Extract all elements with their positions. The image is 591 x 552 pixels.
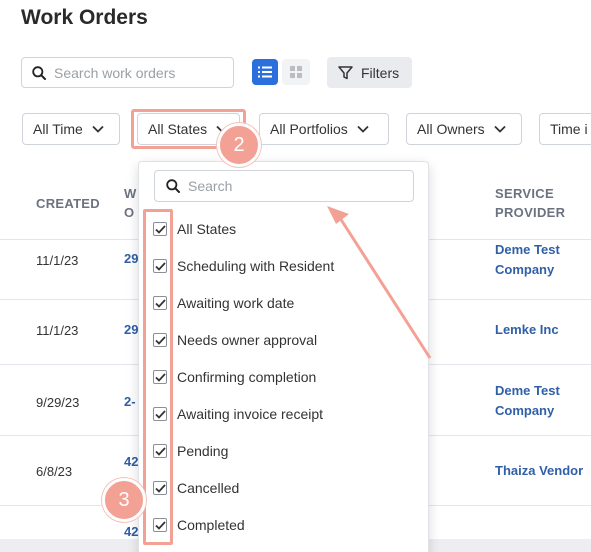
state-option-label: Awaiting work date bbox=[177, 295, 295, 311]
search-field[interactable] bbox=[21, 57, 234, 88]
chevron-down-icon bbox=[494, 125, 506, 133]
grid-view-icon bbox=[290, 66, 302, 78]
service-provider-link[interactable]: Lemke Inc bbox=[495, 320, 559, 340]
state-option-label: Scheduling with Resident bbox=[177, 258, 335, 274]
list-view-button[interactable] bbox=[252, 59, 278, 85]
work-order-link[interactable]: 2- bbox=[124, 394, 136, 409]
state-option-label: Confirming completion bbox=[177, 369, 317, 385]
chevron-down-icon bbox=[357, 125, 369, 133]
state-option-label: Awaiting invoice receipt bbox=[177, 406, 324, 422]
service-provider-link[interactable]: Deme Test Company bbox=[495, 240, 560, 280]
state-option-label: Pending bbox=[177, 443, 229, 459]
owners-filter-dropdown[interactable]: All Owners bbox=[406, 113, 522, 145]
dropdown-search-input[interactable] bbox=[188, 178, 388, 194]
work-order-link[interactable]: 42 bbox=[124, 524, 138, 539]
time-in-filter-dropdown[interactable]: Time i bbox=[539, 113, 591, 145]
time-filter-label: All Time bbox=[33, 121, 83, 137]
column-header-wo-line2[interactable]: O bbox=[124, 203, 134, 222]
service-provider-line1[interactable]: Thaiza Vendor bbox=[495, 461, 583, 481]
time-filter-dropdown[interactable]: All Time bbox=[22, 113, 120, 145]
service-provider-line2[interactable]: Company bbox=[495, 401, 560, 421]
service-provider-link[interactable]: Deme Test Company bbox=[495, 381, 560, 421]
list-view-icon bbox=[258, 66, 272, 78]
search-input[interactable] bbox=[54, 64, 214, 81]
column-header-provider-line1[interactable]: SERVICE bbox=[495, 184, 554, 203]
step-badge-3: 3 bbox=[102, 478, 146, 522]
portfolios-filter-label: All Portfolios bbox=[270, 121, 348, 137]
service-provider-link[interactable]: Thaiza Vendor bbox=[495, 461, 583, 481]
time-in-filter-label: Time i bbox=[550, 121, 588, 137]
created-date: 11/1/23 bbox=[36, 253, 79, 268]
search-icon bbox=[166, 179, 180, 193]
state-option-label: Needs owner approval bbox=[177, 332, 318, 348]
state-option-label: Completed bbox=[177, 517, 245, 533]
checkboxes-highlight-box bbox=[143, 209, 173, 545]
column-header-provider-line2[interactable]: PROVIDER bbox=[495, 203, 565, 222]
service-provider-line2[interactable]: Company bbox=[495, 260, 560, 280]
column-header-wo-line1[interactable]: W bbox=[124, 184, 137, 203]
work-order-link[interactable]: 29 bbox=[124, 251, 138, 266]
filters-button[interactable]: Filters bbox=[327, 57, 412, 88]
service-provider-line1[interactable]: Lemke Inc bbox=[495, 320, 559, 340]
service-provider-line1[interactable]: Deme Test bbox=[495, 240, 560, 260]
state-option-label: All States bbox=[177, 221, 237, 237]
grid-view-button[interactable] bbox=[282, 59, 310, 85]
chevron-down-icon bbox=[92, 125, 104, 133]
created-date: 11/1/23 bbox=[36, 323, 79, 338]
dropdown-search-field[interactable] bbox=[154, 170, 414, 202]
state-option-scheduling-with-resident[interactable]: Scheduling with Resident bbox=[153, 254, 334, 278]
work-order-link[interactable]: 29 bbox=[124, 322, 138, 337]
work-order-link[interactable]: 42 bbox=[124, 454, 138, 469]
state-option-confirming-completion[interactable]: Confirming completion bbox=[153, 365, 316, 389]
step-badge-2: 2 bbox=[217, 123, 261, 167]
filter-icon bbox=[338, 65, 353, 79]
states-dropdown-menu: All States Scheduling with Resident Awai… bbox=[138, 161, 429, 552]
service-provider-line1[interactable]: Deme Test bbox=[495, 381, 560, 401]
state-option-awaiting-work-date[interactable]: Awaiting work date bbox=[153, 291, 294, 315]
created-date: 9/29/23 bbox=[36, 395, 80, 410]
page-title: Work Orders bbox=[21, 6, 148, 29]
state-option-awaiting-invoice-receipt[interactable]: Awaiting invoice receipt bbox=[153, 402, 323, 426]
owners-filter-label: All Owners bbox=[417, 121, 485, 137]
search-icon bbox=[32, 65, 46, 80]
state-option-label: Cancelled bbox=[177, 480, 240, 496]
state-option-needs-owner-approval[interactable]: Needs owner approval bbox=[153, 328, 317, 352]
created-date: 6/8/23 bbox=[36, 464, 73, 479]
portfolios-filter-dropdown[interactable]: All Portfolios bbox=[259, 113, 389, 145]
column-header-created[interactable]: CREATED bbox=[36, 194, 100, 213]
filters-label: Filters bbox=[361, 64, 400, 81]
